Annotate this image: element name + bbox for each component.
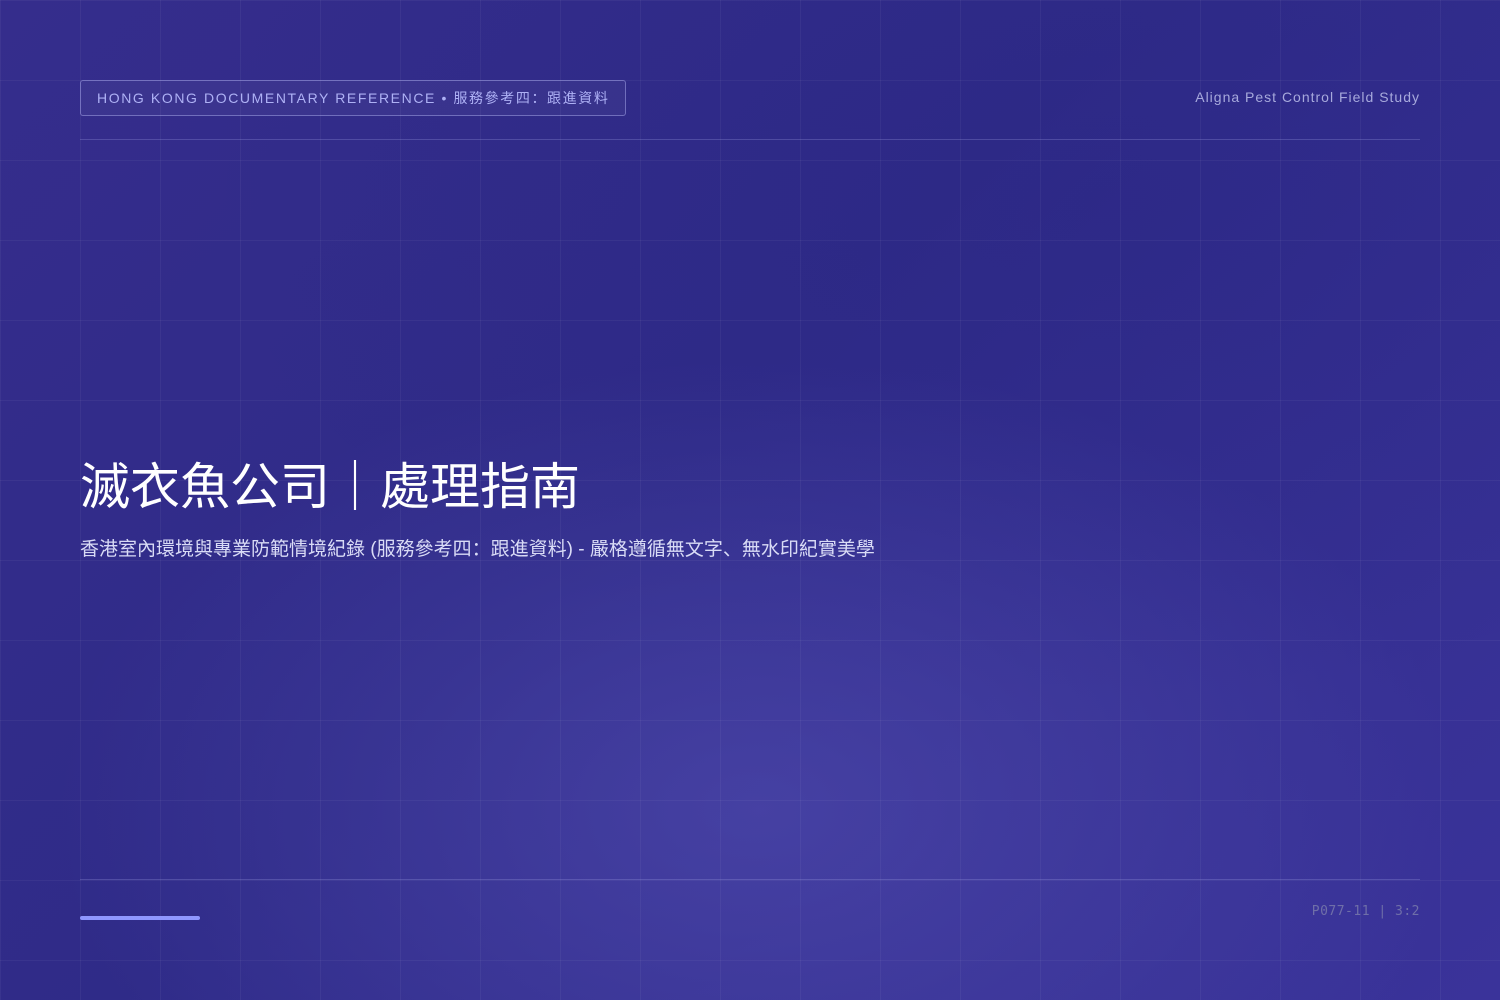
brand-label: Aligna Pest Control Field Study [1195,89,1420,105]
accent-bar [80,916,200,920]
header: HONG KONG DOCUMENTARY REFERENCE • 服務參考四：… [80,80,1420,140]
page-code: P077-11 | 3:2 [1311,904,1420,919]
page-subtitle: 香港室內環境與專業防範情境紀錄 (服務參考四：跟進資料) - 嚴格遵循無文字、無… [80,539,875,560]
page-title: 滅衣魚公司｜處理指南 [80,459,580,515]
footer: P077-11 | 3:2 [80,879,1420,940]
reference-tag: HONG KONG DOCUMENTARY REFERENCE • 服務參考四：… [80,80,627,116]
